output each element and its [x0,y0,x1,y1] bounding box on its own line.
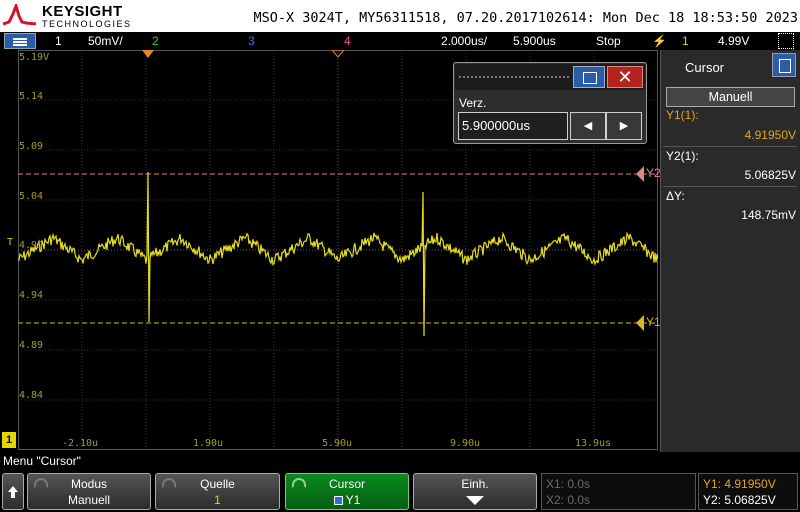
y1-label: Y1(1): [666,108,699,122]
time-per-division[interactable]: 2.000us/ [441,34,487,48]
quelle-softkey[interactable]: Quelle 1 [155,473,280,510]
instrument-info: MSO-X 3024T, MY56311518, 07.20.201710261… [253,10,798,26]
sidebar-title: Cursor [685,60,725,75]
softkey-value: Y1 [345,493,361,507]
channel-1-ground-marker[interactable]: 1 [2,432,16,448]
y1-readout: Y1: 4.91950V [703,477,776,491]
x2-readout: X2: 0.0s [546,493,591,507]
popup-close-button[interactable]: ✕ [607,66,643,88]
channel-4-label[interactable]: 4 [344,34,351,48]
einh-softkey[interactable]: Einh. [413,473,537,510]
header-bar: KEYSIGHT TECHNOLOGIES MSO-X 3024T, MY563… [0,0,800,32]
softkey-title: Modus [70,477,108,491]
menu-title: Menu "Cursor" [3,454,81,468]
selection-icon[interactable] [778,33,794,49]
softkey-value: Manuell [67,493,111,507]
softkey-value-row: Y1 [286,493,408,507]
time-delay[interactable]: 5.900us [513,34,556,48]
popup-titlebar[interactable]: ✕ [455,64,645,90]
trigger-level-marker[interactable]: T [7,237,13,248]
softkey-title: Quelle [200,477,235,491]
popup-menu-button[interactable] [573,66,605,88]
drag-handle[interactable] [459,76,569,78]
sidebar-menu-button[interactable] [772,53,796,77]
y1-value: 4.91950V [744,128,796,142]
main-menu-button[interactable] [4,33,36,49]
delta-y-label: ΔY: [666,189,685,203]
y-tick-label: 5.09 [19,141,44,152]
brand-name: KEYSIGHT [42,3,123,20]
back-up-button[interactable] [2,473,24,510]
brand-subtitle: TECHNOLOGIES [42,19,132,29]
delay-input[interactable]: 5.900000us [458,112,568,140]
channel-1-scale[interactable]: 50mV/ [88,34,123,48]
y-tick-label: 4.89 [19,340,44,351]
softkey-title: Cursor [328,477,365,491]
modus-softkey[interactable]: Modus Manuell [27,473,151,510]
y-tick-label: 5.04 [19,191,44,202]
channel-2-label[interactable]: 2 [152,34,159,48]
keysight-logo: KEYSIGHT TECHNOLOGIES [2,2,132,30]
channel-3-label[interactable]: 3 [248,34,255,48]
y2-label: Y2(1): [666,149,699,163]
x-tick-label: 13.9us [574,438,612,449]
keysight-wave-icon [2,4,37,26]
y-tick-label: 4.99 [19,240,44,251]
softkey-value: 1 [214,493,221,507]
x-tick-label: 5.90u [321,438,353,449]
divider [663,146,797,147]
status-bar: 1 50mV/ 2 3 4 2.000us/ 5.900us Stop ⚡ 1 … [0,32,800,50]
cursor-y2-label[interactable]: Y2 [636,166,661,182]
chevron-down-icon [466,496,484,505]
cursor-color-icon [333,496,343,505]
x-tick-label: 1.90u [192,438,224,449]
channel-1-label[interactable]: 1 [55,34,62,48]
divider [663,186,797,187]
cursor-mode-button[interactable]: Manuell [666,87,795,107]
cursor-sidebar: Cursor Manuell Y1(1): 4.91950V Y2(1): 5.… [660,50,800,452]
x-cursor-readout: X1: 0.0s X2: 0.0s [541,473,696,510]
increment-button[interactable]: ▶ [606,112,642,140]
y2-value: 5.06825V [744,168,796,182]
trigger-edge-icon: ⚡ [652,34,667,48]
delay-popup: ✕ Verz. 5.900000us ◀ ▶ [453,62,647,144]
softkey-title: Einh. [461,477,489,491]
y-tick-label: 5.19V [19,52,50,63]
run-state[interactable]: Stop [596,34,621,48]
x-tick-label: 9.90u [449,438,481,449]
y-tick-label: 5.14 [19,91,44,102]
cursor-softkey[interactable]: Cursor Y1 [285,473,409,510]
delta-y-value: 148.75mV [741,208,796,222]
y2-readout: Y2: 5.06825V [703,493,776,507]
x1-readout: X1: 0.0s [546,477,591,491]
cursor-y1-label[interactable]: Y1 [636,315,661,331]
x-tick-label: -2.10u [61,438,99,449]
trigger-level[interactable]: 4.99V [718,34,749,48]
y-cursor-readout: Y1: 4.91950V Y2: 5.06825V [698,473,798,510]
y-tick-label: 4.84 [19,390,44,401]
y-tick-label: 4.94 [19,290,44,301]
trigger-channel[interactable]: 1 [682,34,689,48]
decrement-button[interactable]: ◀ [570,112,606,140]
delay-label: Verz. [459,96,487,110]
trigger-position-marker[interactable] [142,50,154,58]
